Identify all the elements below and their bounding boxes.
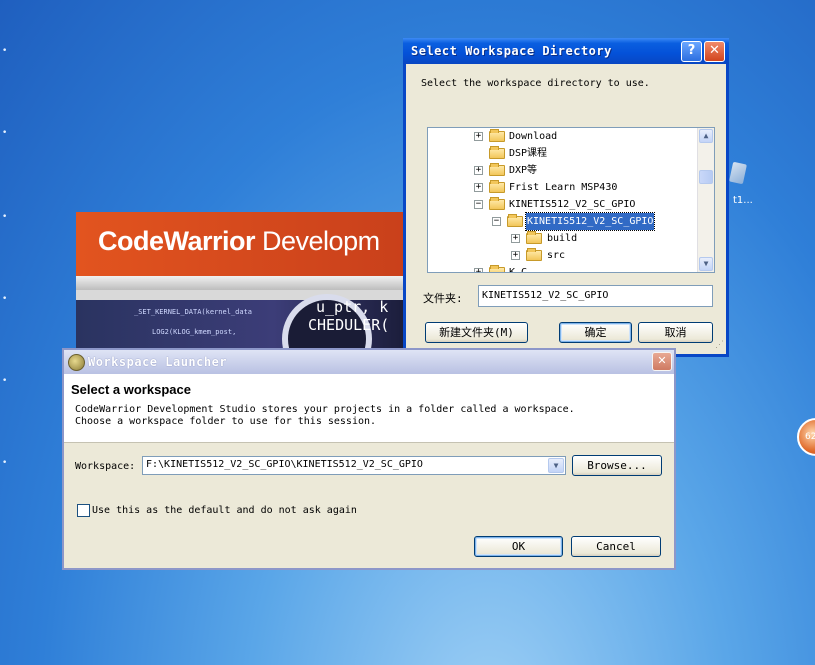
desktop-file-icon[interactable] bbox=[729, 161, 747, 185]
folder-path-input[interactable]: KINETIS512_V2_SC_GPIO bbox=[478, 285, 713, 307]
tree-node[interactable]: + src bbox=[428, 247, 698, 264]
expand-toggle[interactable]: + bbox=[474, 132, 483, 141]
tree-node[interactable]: + Frist Learn MSP430 bbox=[428, 179, 698, 196]
tree-node[interactable]: − KINETIS512_V2_SC_GPIO bbox=[428, 196, 698, 213]
cancel-button[interactable]: 取消 bbox=[638, 322, 713, 343]
launcher-ok-label: OK bbox=[511, 540, 526, 553]
desktop-bullet: • bbox=[2, 294, 8, 304]
desktop-bullet: • bbox=[2, 458, 8, 468]
tree-node[interactable]: DSP课程 bbox=[428, 145, 698, 162]
expand-toggle[interactable]: + bbox=[474, 268, 483, 272]
launcher-title: Workspace Launcher bbox=[88, 355, 228, 369]
tree-node-label[interactable]: src bbox=[547, 247, 565, 264]
launcher-description: CodeWarrior Development Studio stores yo… bbox=[75, 404, 575, 415]
tree-node[interactable]: + K C bbox=[428, 264, 698, 272]
workspace-label: Workspace: bbox=[75, 461, 135, 472]
folder-field-label: 文件夹: bbox=[423, 292, 463, 305]
expand-toggle[interactable]: + bbox=[474, 183, 483, 192]
help-button[interactable]: ? bbox=[681, 41, 702, 62]
tree-node-label[interactable]: Frist Learn MSP430 bbox=[509, 179, 617, 196]
tree-node-label[interactable]: Download bbox=[509, 128, 557, 145]
expand-toggle[interactable]: + bbox=[474, 166, 483, 175]
folder-icon bbox=[489, 265, 505, 272]
folder-icon bbox=[489, 129, 505, 142]
expand-toggle[interactable]: + bbox=[511, 234, 520, 243]
launcher-cancel-label: Cancel bbox=[596, 540, 636, 553]
folder-tree[interactable]: + Download DSP课程 + DXP等 + Frist Learn MS… bbox=[427, 127, 715, 273]
folder-icon bbox=[489, 163, 505, 176]
cancel-button-label: 取消 bbox=[664, 326, 687, 339]
ok-button[interactable]: 确定 bbox=[559, 322, 632, 343]
tree-scrollbar[interactable]: ▲ ▼ bbox=[697, 128, 714, 272]
collapse-toggle[interactable]: − bbox=[492, 217, 501, 226]
splash-title-product: Developm bbox=[262, 226, 380, 256]
scroll-thumb[interactable] bbox=[699, 170, 713, 184]
dialog-titlebar[interactable]: Select Workspace Directory ? ✕ bbox=[403, 38, 729, 64]
folder-open-icon bbox=[489, 197, 505, 210]
expand-toggle[interactable]: + bbox=[511, 251, 520, 260]
workspace-combo[interactable]: F:\KINETIS512_V2_SC_GPIO\KINETIS512_V2_S… bbox=[142, 456, 566, 475]
tree-node-label[interactable]: KINETIS512_V2_SC_GPIO bbox=[524, 212, 656, 231]
folder-open-icon bbox=[507, 214, 523, 227]
folder-icon bbox=[489, 146, 505, 159]
tree-node-label[interactable]: DXP等 bbox=[509, 162, 537, 179]
tree-node[interactable]: + build bbox=[428, 230, 698, 247]
splash-title-brand: CodeWarrior bbox=[98, 226, 256, 256]
dialog-title: Select Workspace Directory bbox=[411, 44, 612, 58]
close-button[interactable]: ✕ bbox=[704, 41, 725, 62]
browse-button[interactable]: Browse... bbox=[572, 455, 662, 476]
default-workspace-checkbox[interactable] bbox=[77, 504, 90, 517]
new-folder-button-label: 新建文件夹(M) bbox=[439, 326, 514, 339]
launcher-close-button[interactable]: ✕ bbox=[652, 352, 672, 371]
desktop-bullet: • bbox=[2, 46, 8, 56]
splash-banner: CodeWarrior Developm bbox=[76, 212, 406, 276]
splash-code-small: _SET_KERNEL_DATA(kernel_data bbox=[134, 308, 253, 316]
tree-node-selected[interactable]: − KINETIS512_V2_SC_GPIO bbox=[428, 212, 698, 231]
resize-grip-icon[interactable]: ⋰ bbox=[715, 340, 724, 350]
tree-node-label[interactable]: DSP课程 bbox=[509, 145, 547, 162]
splash-title: CodeWarrior Developm bbox=[98, 226, 380, 257]
tree-node[interactable]: + Download bbox=[428, 128, 698, 145]
folder-icon bbox=[526, 248, 542, 261]
collapse-toggle[interactable]: − bbox=[474, 200, 483, 209]
workspace-path-value[interactable]: F:\KINETIS512_V2_SC_GPIO\KINETIS512_V2_S… bbox=[146, 459, 423, 470]
workspace-launcher-dialog: Workspace Launcher ✕ Select a workspace … bbox=[62, 348, 676, 570]
launcher-heading: Select a workspace bbox=[71, 382, 191, 397]
select-directory-dialog: Select Workspace Directory ? ✕ Select th… bbox=[403, 38, 729, 357]
desktop-bullet: • bbox=[2, 128, 8, 138]
new-folder-button[interactable]: 新建文件夹(M) bbox=[425, 322, 528, 343]
ok-button-label: 确定 bbox=[584, 326, 607, 339]
desktop-bullet: • bbox=[2, 376, 8, 386]
desktop-bullet: • bbox=[2, 212, 8, 222]
tree-node-label[interactable]: KINETIS512_V2_SC_GPIO bbox=[509, 196, 635, 213]
tree-node[interactable]: + DXP等 bbox=[428, 162, 698, 179]
launcher-header: Select a workspace CodeWarrior Developme… bbox=[64, 374, 674, 443]
folder-icon bbox=[526, 231, 542, 244]
codewarrior-splash: CodeWarrior Developm _SET_KERNEL_DATA(ke… bbox=[76, 212, 406, 348]
chevron-down-icon[interactable]: ▼ bbox=[548, 458, 564, 473]
launcher-titlebar[interactable]: Workspace Launcher ✕ bbox=[64, 350, 674, 374]
desktop-icon-label[interactable]: t1... bbox=[733, 195, 753, 206]
scroll-up-arrow-icon[interactable]: ▲ bbox=[699, 129, 713, 143]
tree-node-label[interactable]: build bbox=[547, 230, 577, 247]
launcher-description: Choose a workspace folder to use for thi… bbox=[75, 416, 377, 427]
splash-code-small: LOG2(KLOG_kmem_post, bbox=[152, 328, 237, 336]
splash-code-large: CHEDULER( bbox=[308, 316, 390, 334]
scroll-down-arrow-icon[interactable]: ▼ bbox=[699, 257, 713, 271]
launcher-cancel-button[interactable]: Cancel bbox=[571, 536, 661, 557]
dialog-instruction: Select the workspace directory to use. bbox=[421, 78, 650, 89]
browse-button-label: Browse... bbox=[587, 459, 647, 472]
eclipse-app-icon bbox=[68, 354, 85, 371]
tree-node-label[interactable]: K C bbox=[509, 264, 527, 272]
launcher-ok-button[interactable]: OK bbox=[474, 536, 563, 557]
splash-divider bbox=[76, 276, 406, 290]
workspace-label-text: Workspace: bbox=[75, 461, 136, 472]
desktop-orb-widget[interactable]: 62 bbox=[797, 418, 815, 456]
folder-icon bbox=[489, 180, 505, 193]
splash-code-large: u_ptr, k bbox=[316, 298, 389, 316]
default-workspace-checkbox-label[interactable]: Use this as the default and do not ask a… bbox=[92, 505, 357, 516]
